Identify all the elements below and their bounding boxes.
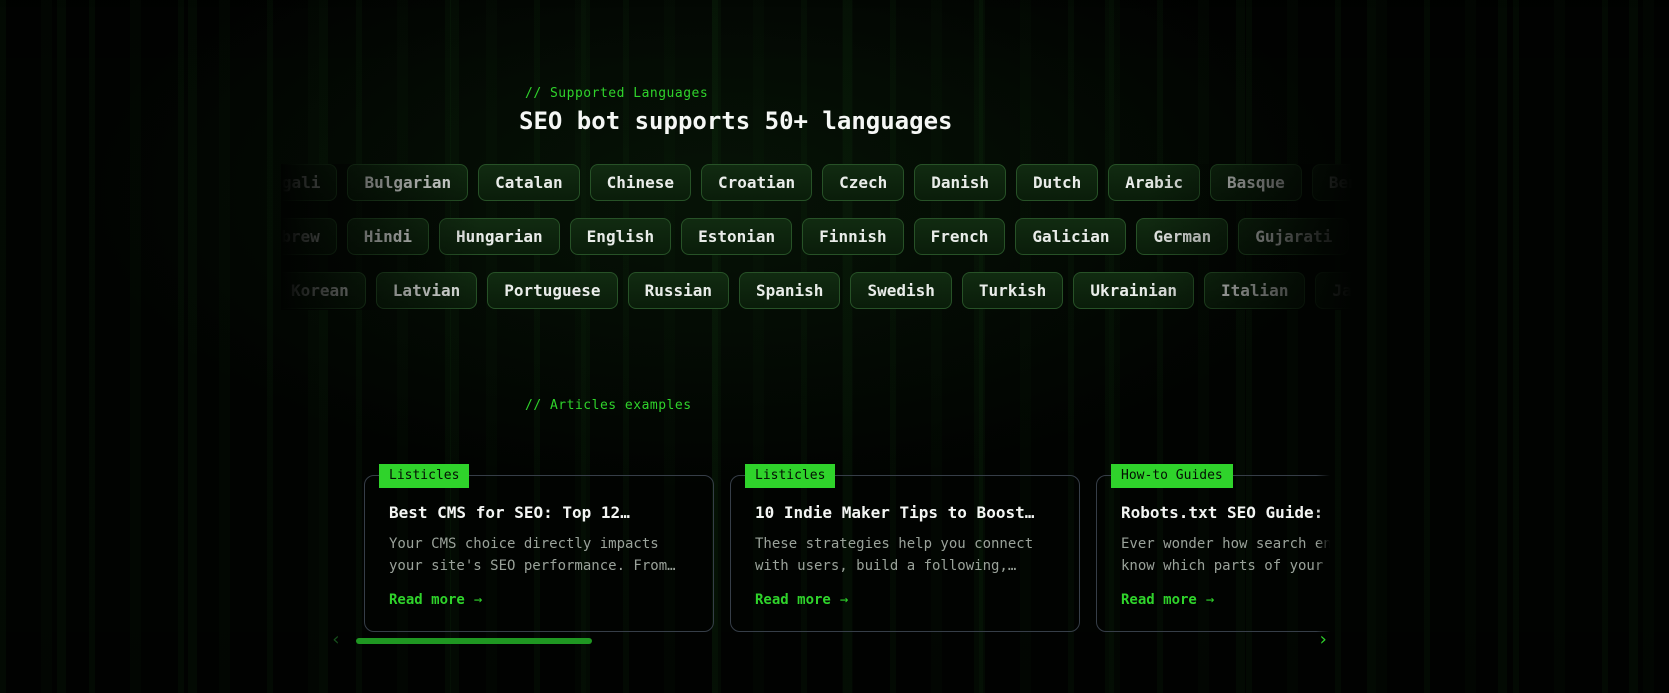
language-pill: Swedish bbox=[850, 272, 951, 309]
language-pill: Czech bbox=[822, 164, 904, 201]
language-row-3: Korean Latvian Portuguese Russian Spanish Swe… bbox=[281, 272, 1361, 309]
article-card: Listicles 10 Indie Maker Tips to Boost… … bbox=[730, 475, 1080, 632]
language-pill: Latvian bbox=[376, 272, 477, 309]
arrow-right-icon: → bbox=[1206, 592, 1214, 608]
languages-marquee: Bengali Bulgarian Catalan Chinese Croatian Cz… bbox=[281, 164, 1361, 310]
articles-carousel: Listicles Best CMS for SEO: Top 12… Your… bbox=[345, 458, 1330, 640]
arrow-right-icon: → bbox=[840, 592, 848, 608]
article-title: 10 Indie Maker Tips to Boost… bbox=[755, 503, 1055, 522]
chevron-right-icon: › bbox=[1318, 629, 1329, 650]
language-pill: German bbox=[1136, 218, 1228, 255]
language-row-2: Hebrew Hindi Hungarian English Estonian Finni… bbox=[281, 218, 1349, 255]
language-pill: Arabic bbox=[1108, 164, 1200, 201]
languages-title: SEO bot supports 50+ languages bbox=[519, 107, 952, 135]
language-pill: Bengali bbox=[281, 164, 337, 201]
language-pill: Japanese bbox=[1315, 272, 1361, 309]
category-badge: Listicles bbox=[379, 464, 469, 488]
section-label-articles-examples: // Articles examples bbox=[525, 398, 692, 413]
language-pill: Hebrew bbox=[281, 218, 337, 255]
language-pill: English bbox=[570, 218, 671, 255]
language-pill: Italian bbox=[1204, 272, 1305, 309]
language-pill: Finnish bbox=[802, 218, 903, 255]
language-pill: Hungarian bbox=[439, 218, 560, 255]
section-label-supported-languages: // Supported Languages bbox=[525, 86, 708, 101]
category-badge: How-to Guides bbox=[1111, 464, 1233, 488]
language-row-1: Bengali Bulgarian Catalan Chinese Croatian Cz… bbox=[281, 164, 1361, 201]
language-pill: Hindi bbox=[347, 218, 429, 255]
language-pill: Galician bbox=[1015, 218, 1126, 255]
article-excerpt: These strategies help you connect with u… bbox=[755, 533, 1047, 577]
read-more-link[interactable]: Read more → bbox=[1121, 592, 1214, 608]
language-pill: Gujarati bbox=[1238, 218, 1349, 255]
language-pill: Croatian bbox=[701, 164, 812, 201]
carousel-scrollbar-thumb[interactable] bbox=[356, 638, 592, 644]
language-pill: Basque bbox=[1210, 164, 1302, 201]
read-more-label: Read more bbox=[1121, 592, 1197, 608]
language-pill: Bulgarian bbox=[347, 164, 468, 201]
read-more-link[interactable]: Read more → bbox=[755, 592, 848, 608]
language-pill: Chinese bbox=[590, 164, 691, 201]
read-more-link[interactable]: Read more → bbox=[389, 592, 482, 608]
language-pill: Spanish bbox=[739, 272, 840, 309]
language-pill: Portuguese bbox=[487, 272, 617, 309]
language-pill: Danish bbox=[914, 164, 1006, 201]
carousel-next-button[interactable]: › bbox=[1316, 630, 1330, 650]
read-more-label: Read more bbox=[389, 592, 465, 608]
article-excerpt: Ever wonder how search engines know whic… bbox=[1121, 533, 1330, 577]
language-pill: Russian bbox=[628, 272, 729, 309]
article-title: Robots.txt SEO Guide: bbox=[1121, 503, 1330, 522]
carousel-prev-button[interactable]: ‹ bbox=[329, 630, 343, 650]
article-title: Best CMS for SEO: Top 12… bbox=[389, 503, 689, 522]
category-badge: Listicles bbox=[745, 464, 835, 488]
language-pill: Turkish bbox=[962, 272, 1063, 309]
language-pill: Dutch bbox=[1016, 164, 1098, 201]
language-pill: French bbox=[914, 218, 1006, 255]
language-pill: Bengali bbox=[1312, 164, 1361, 201]
language-pill: Catalan bbox=[478, 164, 579, 201]
arrow-right-icon: → bbox=[474, 592, 482, 608]
article-excerpt: Your CMS choice directly impacts your si… bbox=[389, 533, 681, 577]
read-more-label: Read more bbox=[755, 592, 831, 608]
article-card: How-to Guides Robots.txt SEO Guide: Ever… bbox=[1096, 475, 1330, 632]
cards-row: Listicles Best CMS for SEO: Top 12… Your… bbox=[345, 458, 1330, 632]
language-pill: Estonian bbox=[681, 218, 792, 255]
chevron-left-icon: ‹ bbox=[331, 629, 342, 650]
language-pill: Korean bbox=[281, 272, 366, 309]
article-card: Listicles Best CMS for SEO: Top 12… Your… bbox=[364, 475, 714, 632]
language-pill: Ukrainian bbox=[1073, 272, 1194, 309]
